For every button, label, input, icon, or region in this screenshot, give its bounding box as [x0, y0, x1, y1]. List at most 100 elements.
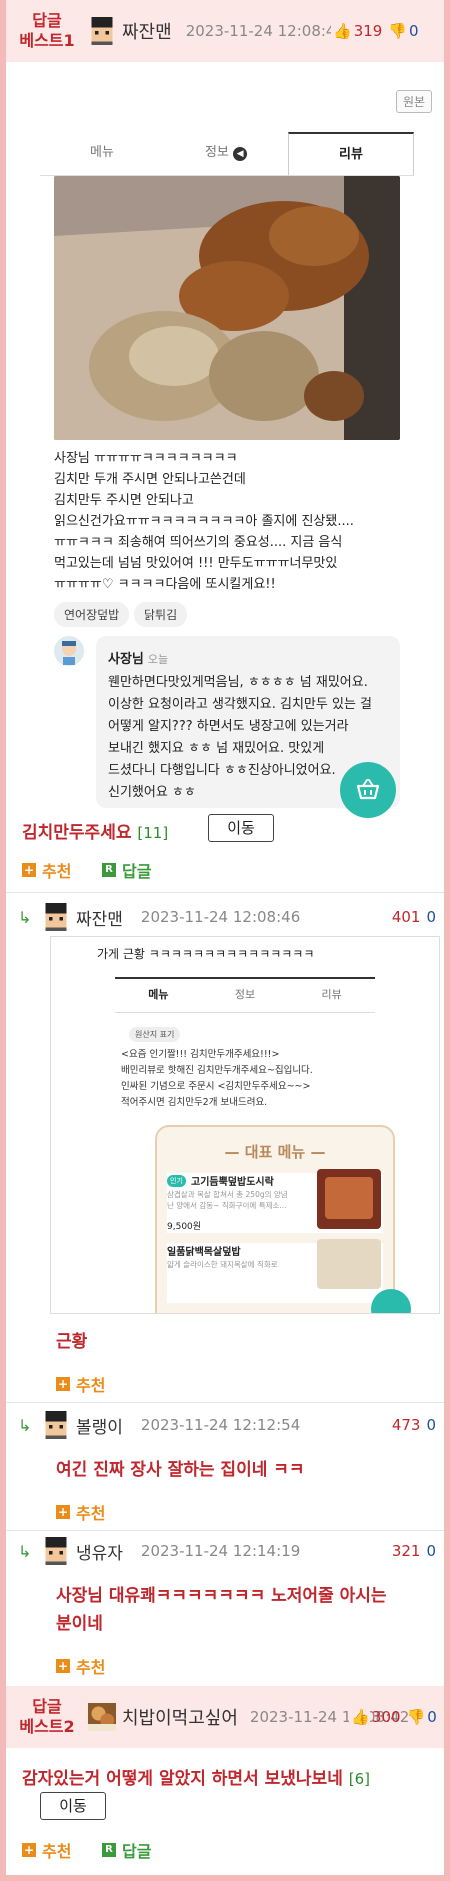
post-title[interactable]: 감자있는거 어떻게 알았지 하면서 보냈나보네 [6]: [22, 1764, 370, 1789]
thumbs-down-icon[interactable]: 👎: [407, 1708, 426, 1726]
tab-info-label: 정보: [204, 145, 229, 160]
comment-body: 여긴 진짜 장사 잘하는 집이네 ㅋㅋ: [56, 1460, 305, 1480]
comment-date: 2023-11-24 12:14:19: [140, 1542, 301, 1560]
screenshot-notice-tag: 원산지 표기: [129, 1027, 181, 1042]
food-photo: [54, 176, 400, 440]
pixel-avatar-icon: [42, 1411, 70, 1439]
post-title-text: 감자있는거 어떻게 알았지 하면서 보냈나보네: [22, 1769, 343, 1789]
plus-icon: +: [56, 1505, 70, 1519]
recommend-button[interactable]: + 추천: [56, 1372, 105, 1396]
comment-body: 근황: [56, 1332, 88, 1352]
original-image-button[interactable]: 원본: [396, 90, 433, 113]
screenshot-tab-menu: 메뉴: [148, 988, 169, 1001]
divider: [6, 1530, 444, 1531]
owner-reply-time: 오늘: [147, 653, 169, 666]
move-button[interactable]: 이동: [208, 814, 274, 842]
thumbs-down-icon[interactable]: 👎: [388, 22, 407, 40]
screenshot-item-photo: [317, 1169, 381, 1229]
screenshot-item-name: 일품닭백목살덮밥: [167, 1247, 241, 1258]
cart-icon: [356, 779, 380, 800]
author-nick[interactable]: 짜잔맨: [122, 18, 172, 44]
plus-icon: +: [56, 1659, 70, 1673]
reply-arrow-icon: ↳: [18, 1541, 32, 1561]
recommend-button[interactable]: + 추천: [56, 1500, 105, 1524]
thumbs-up-icon[interactable]: 👍: [331, 22, 352, 40]
plus-icon: +: [56, 1377, 70, 1391]
food-photo-image: [54, 176, 400, 440]
divider: [6, 892, 444, 893]
reply-label: 답글: [122, 1842, 152, 1861]
screenshot-item-badge: 인기: [167, 1175, 186, 1187]
comment-nick[interactable]: 볼랭이: [76, 1413, 123, 1438]
downvote-count: 0: [409, 22, 419, 40]
screenshot-caption: 가게 근황 ㅋㅋㅋㅋㅋㅋㅋㅋㅋㅋㅋㅋㅋㅋㅋ: [97, 947, 315, 961]
screenshot-tab-info: 정보: [234, 988, 256, 1001]
comment-count: [6]: [348, 1770, 371, 1788]
screenshot-notice-text: <요즘 인기짤!!! 김치만두개주세요!!!> 배민리뷰로 핫해진 김치만두개주…: [121, 1049, 313, 1108]
upvote-count[interactable]: 321: [392, 1542, 421, 1560]
comment-nick[interactable]: 짜잔맨: [76, 905, 123, 930]
comment-header: ↳ 냉유자 2023-11-24 12:14:19 321 0: [18, 1534, 436, 1568]
pixel-avatar-icon: [42, 903, 70, 931]
post-title[interactable]: 김치만두주세요 [11]: [22, 818, 168, 843]
screenshot-tab-review: 리뷰: [321, 988, 342, 1001]
tab-menu[interactable]: 메뉴: [40, 132, 164, 175]
thumbs-up-icon[interactable]: 👍: [349, 1708, 370, 1726]
downvote-count[interactable]: 0: [426, 908, 436, 926]
reply-icon: R: [102, 863, 116, 877]
reply-arrow-icon: ↳: [18, 1415, 32, 1435]
recommend-label: 추천: [76, 1376, 106, 1395]
screenshot-item-price: 9,500원: [167, 1222, 202, 1232]
best-label: 답글 베스트1: [19, 11, 75, 50]
tab-review[interactable]: 리뷰: [288, 132, 414, 175]
best-label: 답글 베스트2: [19, 1697, 75, 1736]
cart-button[interactable]: [340, 762, 396, 818]
recommend-button[interactable]: + 추천: [56, 1654, 105, 1678]
recommend-label: 추천: [42, 1842, 72, 1861]
screenshot-item-name: 고기듬뿍덮밥도시락: [191, 1177, 274, 1188]
reply-arrow-icon: ↳: [18, 907, 32, 927]
comment-nick[interactable]: 냉유자: [76, 1539, 123, 1564]
recommend-button[interactable]: + 추천: [22, 858, 71, 882]
downvote-count[interactable]: 0: [426, 1542, 436, 1560]
reply-button[interactable]: R 답글: [102, 1838, 151, 1862]
upvote-count[interactable]: 401: [392, 908, 421, 926]
screenshot-item-photo: [317, 1239, 381, 1289]
best-reply-header-2: 답글 베스트2 치밥이먹고싶어 2023-11-24 12:08:42 👍 30…: [6, 1686, 444, 1748]
reply-label: 답글: [122, 862, 152, 881]
reply-button[interactable]: R 답글: [102, 858, 151, 882]
screenshot-menu-title-text: 대표 메뉴: [244, 1143, 306, 1161]
menu-tag[interactable]: 닭튀김: [134, 602, 188, 627]
plus-icon: +: [22, 1843, 36, 1857]
pixel-avatar-icon: [42, 1537, 70, 1565]
screenshot-menu-title: — 대표 메뉴 —: [224, 1143, 326, 1161]
comment-count: [11]: [137, 824, 169, 842]
author-nick[interactable]: 치밥이먹고싶어: [122, 1704, 238, 1730]
screenshot-tabs: 메뉴 정보 리뷰: [115, 977, 375, 1013]
comment-date: 2023-11-24 12:12:54: [140, 1416, 301, 1434]
screenshot-item-1: 인기 고기듬뿍덮밥도시락 삼겹살과 목살 합쳐서 총 250g의 양념 난 양에…: [167, 1169, 383, 1233]
plus-icon: +: [22, 863, 36, 877]
tab-info[interactable]: 정보 ◀: [164, 132, 288, 175]
owner-name-row: 사장님 오늘: [108, 648, 168, 667]
move-button[interactable]: 이동: [40, 1792, 106, 1820]
divider: [6, 1402, 444, 1403]
comment-body: 사장님 대유쾌ㅋㅋㅋㅋㅋㅋㅋ 노저어줄 아시는 분이네: [56, 1586, 387, 1634]
recommend-label: 추천: [76, 1658, 106, 1677]
screenshot-item-desc: 얇게 슬라이스한 돼지목살에 직화로: [167, 1260, 278, 1269]
menu-tag[interactable]: 연어장덮밥: [54, 602, 130, 627]
downvote-count[interactable]: 0: [426, 1416, 436, 1434]
screenshot-item-desc: 삼겹살과 목살 합쳐서 총 250g의 양념 난 양에서 감동~ 직화구이에 특…: [167, 1190, 288, 1210]
upvote-count[interactable]: 473: [392, 1416, 421, 1434]
recommend-label: 추천: [42, 862, 72, 881]
upvote-count: 319: [353, 22, 383, 40]
recommend-button[interactable]: + 추천: [22, 1838, 71, 1862]
post-date: 2023-11-24 12:08:46: [185, 22, 345, 40]
post-title-text: 김치만두주세요: [22, 823, 132, 843]
comment-header: ↳ 짜잔맨 2023-11-24 12:08:46 401 0: [18, 900, 436, 934]
food-avatar-icon: [88, 1703, 116, 1731]
reply-icon: R: [102, 1843, 116, 1857]
upvote-count: 300: [371, 1708, 401, 1726]
pixel-avatar-icon: [88, 17, 116, 45]
comment-header: ↳ 볼랭이 2023-11-24 12:12:54 473 0: [18, 1408, 436, 1442]
